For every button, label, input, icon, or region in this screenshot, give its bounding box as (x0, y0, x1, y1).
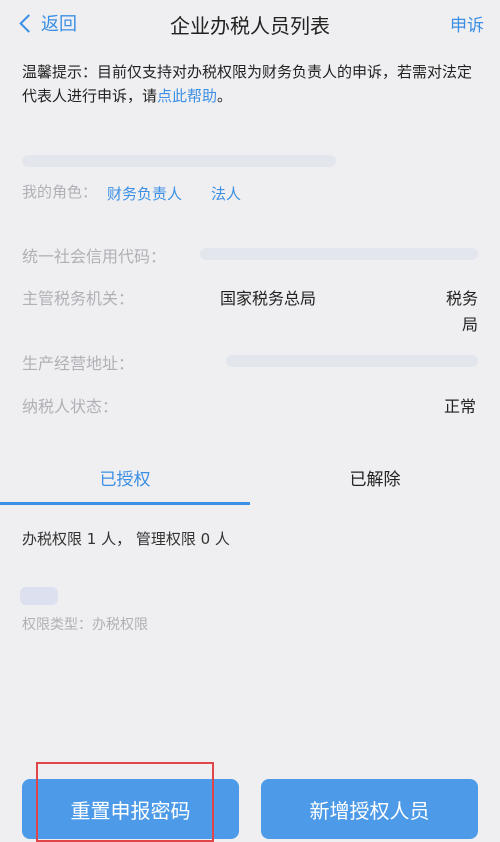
permission-type: 权限类型：办税权限 (22, 617, 148, 633)
taxpayer-status-value: 正常 (444, 397, 477, 416)
person-name-redacted (20, 587, 58, 605)
credit-code-redacted (200, 248, 478, 260)
credit-code-label: 统一社会信用代码： (22, 247, 167, 266)
company-name-redacted (22, 155, 336, 167)
tax-authority-value: 国家税务总局 (220, 289, 317, 308)
help-link[interactable]: 点此帮助 (157, 87, 217, 105)
tax-authority-value-end: 局 (462, 315, 479, 334)
taxpayer-status-label: 纳税人状态： (22, 397, 119, 416)
address-label: 生产经营地址： (22, 354, 135, 373)
tax-authority-label: 主管税务机关： (22, 289, 135, 308)
notice-text: 温馨提示：目前仅支持对办税权限为财务负责人的申诉，若需对法定代表人进行申诉，请点… (22, 60, 484, 108)
role-label: 我的角色： (22, 183, 98, 201)
tab-authorized[interactable]: 已授权 (0, 465, 250, 490)
add-authorized-button[interactable]: 新增授权人员 (261, 779, 478, 839)
role-tag-finance: 财务负责人 (107, 185, 183, 203)
address-redacted (226, 355, 478, 367)
tab-indicator (0, 502, 250, 505)
permission-count: 办税权限 1 人， 管理权限 0 人 (22, 530, 230, 548)
notice-body: 温馨提示：目前仅支持对办税权限为财务负责人的申诉，若需对法定代表人进行申诉，请 (22, 63, 473, 105)
appeal-button[interactable]: 申诉 (450, 11, 484, 36)
nav-bar: 返回 企业办税人员列表 申诉 (0, 0, 500, 46)
tax-authority-value-suffix: 税务 (446, 289, 479, 308)
role-tag-legal: 法人 (211, 185, 242, 203)
page-title: 企业办税人员列表 (170, 14, 330, 38)
notice-end: 。 (217, 87, 233, 105)
tab-revoked[interactable]: 已解除 (250, 465, 500, 490)
tab-bar: 已授权 已解除 (0, 455, 500, 505)
highlight-box (36, 762, 214, 842)
